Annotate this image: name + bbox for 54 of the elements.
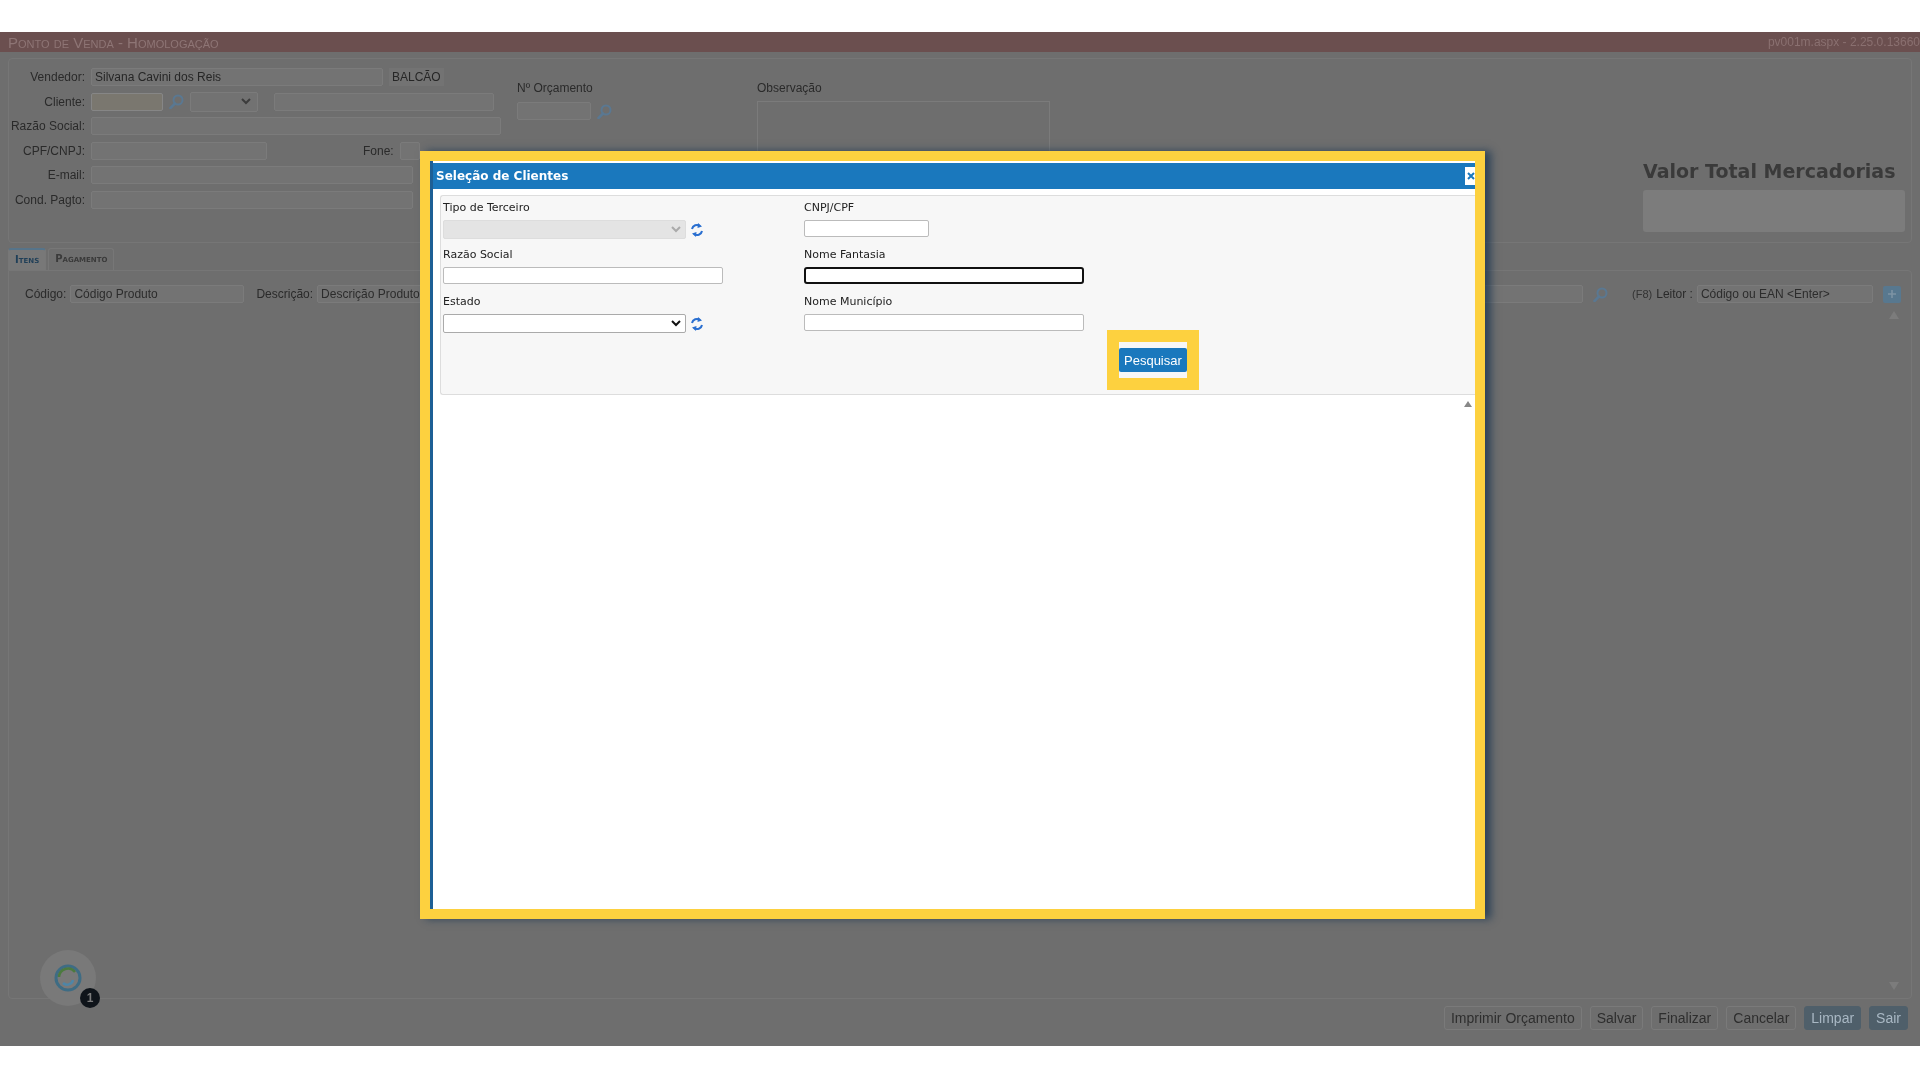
action-button[interactable]: Finalizar (1651, 1006, 1719, 1030)
field-label: Cliente: (43, 94, 85, 109)
barcode-field[interactable]: Código ou EAN <Enter> (1696, 285, 1873, 303)
field-label: Vendedor: (29, 70, 85, 85)
field-label: Código: (25, 287, 67, 301)
input-field[interactable] (804, 314, 1084, 331)
input-field[interactable] (804, 220, 929, 237)
action-button[interactable]: Salvar (1589, 1006, 1644, 1030)
dialog-title: Seleção de Clientes (435, 169, 569, 183)
refresh-icon[interactable] (690, 316, 704, 331)
plus-icon (1887, 290, 1896, 298)
counter-tag: BALCÃO (389, 68, 444, 87)
field-label: CPF/CNPJ: (22, 143, 85, 158)
dropdown[interactable] (443, 314, 686, 333)
field-label: Leitor : (1656, 287, 1693, 301)
action-button[interactable]: Imprimir Orçamento (1444, 1006, 1582, 1030)
search-button[interactable]: Pesquisar (1119, 348, 1187, 372)
field-label: Tipo de Terceiro (443, 201, 531, 214)
field-label: Observação (757, 81, 823, 95)
client-type-dropdown[interactable] (190, 91, 258, 112)
field-label: Nome Município (804, 295, 894, 308)
client-code-field[interactable] (91, 92, 163, 111)
search-icon[interactable] (1593, 286, 1609, 302)
close-button[interactable] (1465, 167, 1475, 185)
action-button[interactable]: Cancelar (1726, 1006, 1797, 1030)
input-field[interactable] (804, 267, 1084, 284)
field-label: Nome Fantasia (804, 248, 887, 261)
scroll-up-icon[interactable] (1464, 401, 1472, 407)
input-field[interactable] (443, 267, 723, 284)
search-icon[interactable] (597, 103, 612, 119)
action-button[interactable]: Limpar (1804, 1006, 1862, 1030)
search-icon[interactable] (169, 94, 184, 110)
close-icon (1467, 172, 1475, 180)
chevron-down-icon (671, 226, 681, 233)
swirl-logo-icon (53, 963, 83, 993)
chevron-down-icon (241, 98, 251, 106)
field-label: Nº Orçamento (517, 81, 594, 95)
field-label: Cond. Pagto: (13, 192, 85, 207)
field-label: Estado (443, 295, 482, 308)
field-label: Descrição: (256, 287, 314, 301)
field-label: E-mail: (46, 168, 85, 183)
chevron-down-icon (671, 320, 681, 327)
seller-field[interactable]: Silvana Cavini dos Reis (91, 68, 383, 87)
field-label: CNPJ/CPF (804, 201, 856, 214)
add-button[interactable] (1882, 285, 1901, 303)
refresh-icon[interactable] (690, 222, 704, 237)
shortcut-hint: (F8) (1632, 288, 1653, 300)
field-label: Razão Social: (9, 119, 85, 134)
phone-field[interactable] (399, 141, 420, 160)
product-code-field[interactable]: Código Produto (70, 285, 245, 303)
field-label: Fone: (363, 143, 394, 158)
tab[interactable]: Itens (8, 248, 47, 270)
field-label: Razão Social (443, 248, 514, 261)
action-button[interactable]: Sair (1869, 1006, 1908, 1030)
